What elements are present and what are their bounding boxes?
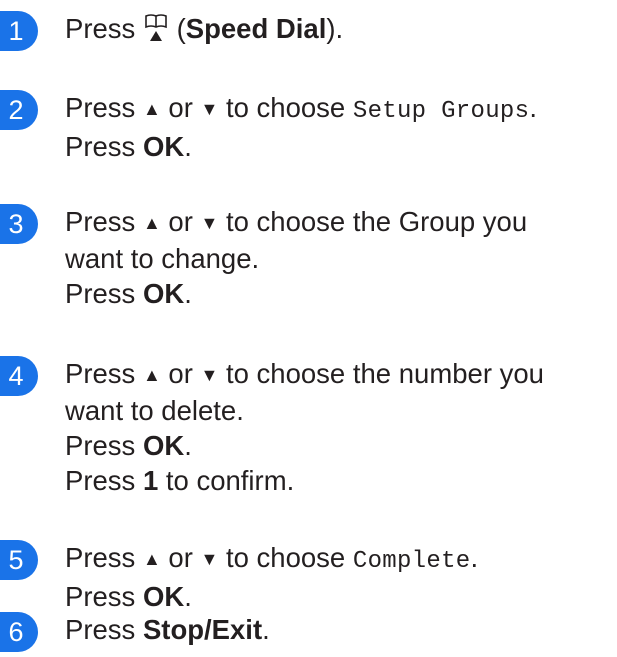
step-word: to choose the number you (225, 358, 544, 389)
step-word: Press (65, 430, 136, 461)
down-arrow-icon: ▼ (200, 365, 219, 385)
step-text: Press (Speed Dial). (65, 11, 343, 51)
step-word: Press (65, 92, 136, 123)
step-line: Press Stop/Exit. (65, 612, 270, 647)
step-word: or (168, 358, 193, 389)
step-word: Press (65, 358, 136, 389)
period: . (184, 131, 192, 162)
menu-option: Complete (352, 548, 471, 575)
period: . (529, 92, 537, 123)
key-1: 1 (142, 465, 159, 496)
step-text: Press ▲ or ▼ to choose Complete. Press O… (65, 540, 478, 614)
step-line: want to delete. (65, 395, 244, 426)
step-line: want to change. (65, 243, 260, 274)
up-arrow-icon: ▲ (142, 213, 161, 233)
step-line: Press ▲ or ▼ to choose the Group you (65, 204, 527, 241)
step-word: or (168, 206, 193, 237)
ok-key: OK (142, 131, 185, 162)
step-line: Press OK. (65, 428, 544, 463)
step-number-badge: 5 (0, 540, 38, 580)
ok-key: OK (142, 430, 185, 461)
step-line: Press OK. (65, 579, 478, 614)
period: . (470, 542, 479, 573)
step-text: Press ▲ or ▼ to choose the Group you wan… (65, 204, 527, 311)
ok-key: OK (142, 278, 185, 309)
step-number-badge: 6 (0, 612, 38, 652)
step-number-badge: 2 (0, 90, 38, 130)
step-text: Press Stop/Exit. (65, 612, 270, 647)
period: . (184, 278, 192, 309)
period: . (184, 581, 192, 612)
step-line: Press OK. (65, 276, 527, 311)
ok-key: OK (142, 581, 185, 612)
down-arrow-icon: ▼ (200, 213, 219, 233)
step-text: Press ▲ or ▼ to choose the number you wa… (65, 356, 544, 498)
up-arrow-icon: ▲ (142, 99, 161, 119)
step-word: to choose the Group you (225, 206, 528, 237)
step-word: Press (65, 278, 136, 309)
step-line: Press 1 to confirm. (65, 463, 544, 498)
step-word: or (168, 542, 193, 573)
step-word: to choose (225, 92, 346, 123)
step-word: Press (65, 131, 136, 162)
period: . (262, 614, 270, 645)
speed-dial-key: Speed Dial (185, 13, 327, 44)
step-word: Press (65, 614, 136, 645)
stop-exit-key: Stop/Exit (142, 614, 263, 645)
down-arrow-icon: ▼ (200, 99, 219, 119)
step-word: or (168, 92, 193, 123)
step-word: Press (65, 465, 136, 496)
step-line: Press ▲ or ▼ to choose Setup Groups. (65, 90, 537, 129)
step-line: Press ▲ or ▼ to choose the number you (65, 356, 544, 393)
step-number-badge: 4 (0, 356, 38, 396)
paren: ( (176, 13, 186, 44)
step-word: to confirm. (165, 465, 295, 496)
step-line: Press (Speed Dial). (65, 11, 343, 51)
step-word: to choose (225, 542, 346, 573)
period: . (184, 430, 192, 461)
step-text: Press ▲ or ▼ to choose Setup Groups. Pre… (65, 90, 537, 164)
step-word: Press (65, 13, 136, 44)
step-line: Press OK. (65, 129, 537, 164)
up-arrow-icon: ▲ (142, 549, 161, 569)
step-word: Press (65, 206, 136, 237)
step-word: Press (65, 581, 136, 612)
step-line: Press ▲ or ▼ to choose Complete. (65, 540, 478, 579)
address-book-icon (145, 13, 167, 51)
down-arrow-icon: ▼ (200, 549, 219, 569)
step-number-badge: 3 (0, 204, 38, 244)
step-word: Press (65, 542, 136, 573)
paren: ). (326, 13, 344, 44)
up-arrow-icon: ▲ (142, 365, 161, 385)
menu-option: Setup Groups (352, 98, 530, 125)
step-number-badge: 1 (0, 11, 38, 51)
